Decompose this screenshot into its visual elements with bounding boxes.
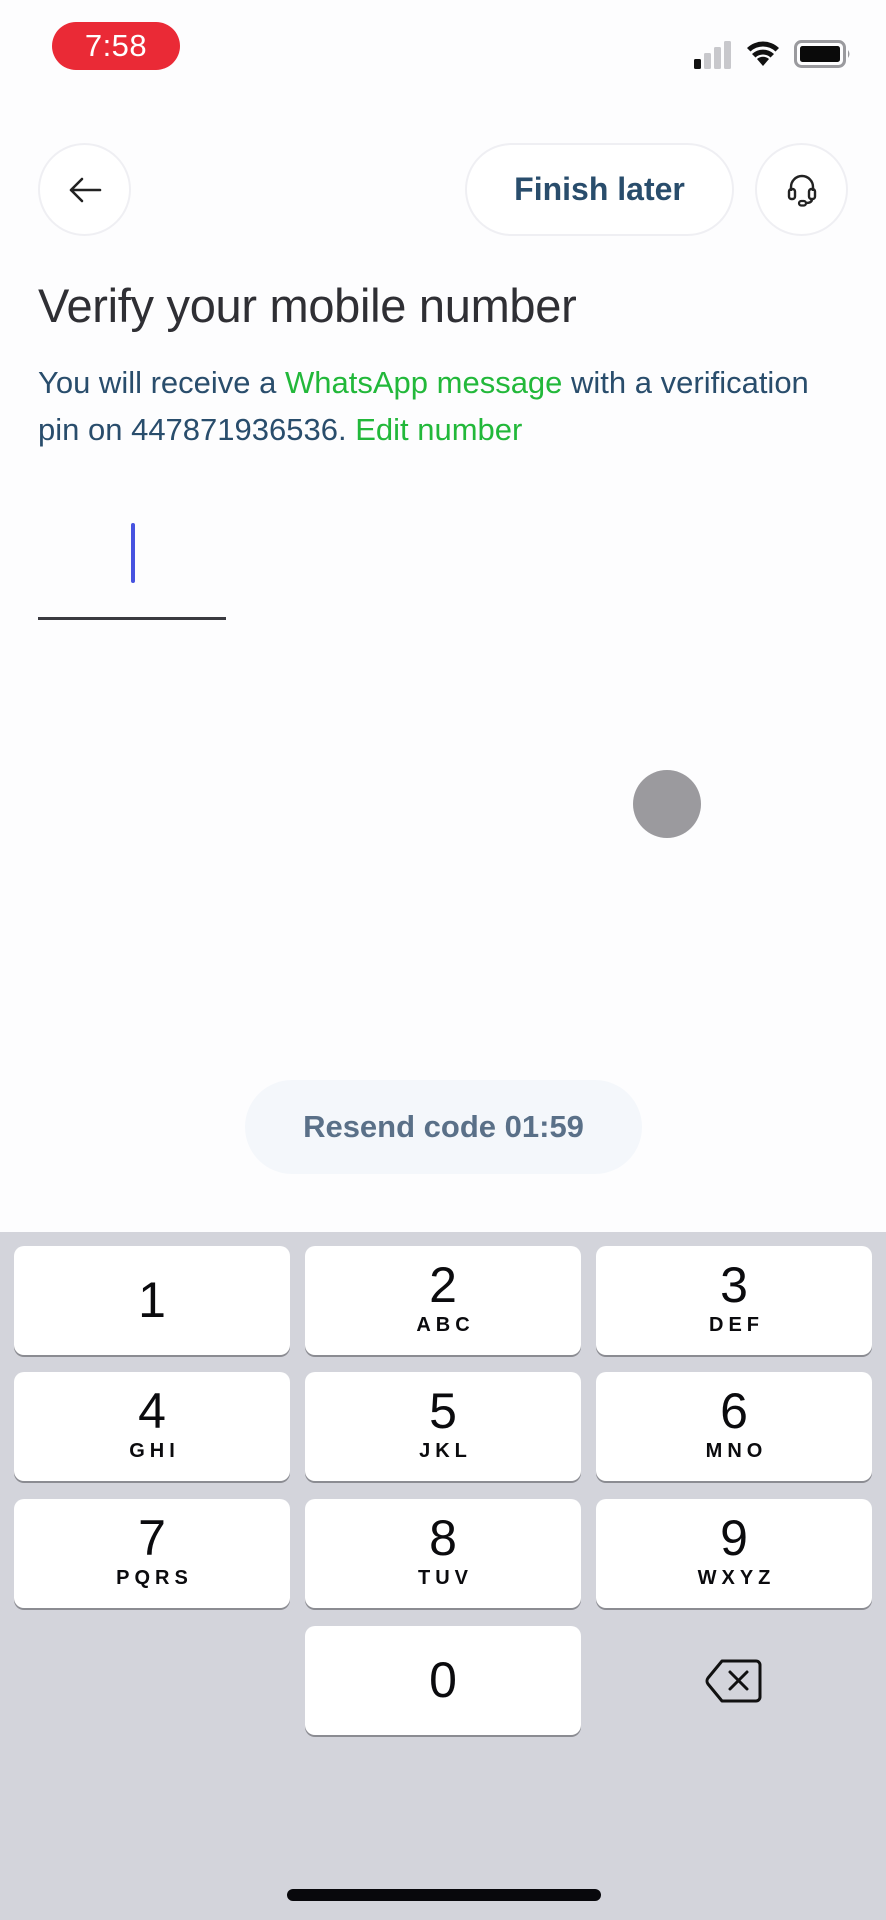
- key-2[interactable]: 2 ABC: [305, 1246, 581, 1355]
- battery-icon: [794, 40, 850, 68]
- resend-code-button[interactable]: Resend code 01:59: [245, 1080, 642, 1174]
- key-7[interactable]: 7 PQRS: [14, 1499, 290, 1608]
- key-letters: ABC: [416, 1314, 475, 1336]
- whatsapp-highlight: WhatsApp message: [285, 365, 563, 400]
- description-prefix: You will receive a: [38, 365, 285, 400]
- key-1[interactable]: 1: [14, 1246, 290, 1355]
- key-9[interactable]: 9 WXYZ: [596, 1499, 872, 1608]
- key-digit: 5: [429, 1383, 457, 1439]
- key-digit: 2: [429, 1257, 457, 1313]
- numeric-keypad: 1 2 ABC 3 DEF 4 GHI 5 JKL 6 MNO 7 PQRS 8…: [0, 1232, 886, 1920]
- home-indicator[interactable]: [287, 1889, 601, 1901]
- page-title: Verify your mobile number: [38, 279, 577, 332]
- key-digit: 4: [138, 1383, 166, 1439]
- key-3[interactable]: 3 DEF: [596, 1246, 872, 1355]
- resend-countdown: 01:59: [504, 1109, 584, 1144]
- verification-description: You will receive a WhatsApp message with…: [38, 359, 838, 453]
- status-time: 7:58: [52, 22, 180, 70]
- backspace-key[interactable]: [596, 1626, 872, 1735]
- key-digit: 7: [138, 1510, 166, 1566]
- phone-number: 447871936536: [131, 412, 338, 447]
- headset-icon: [787, 174, 816, 207]
- key-4[interactable]: 4 GHI: [14, 1372, 290, 1481]
- key-letters: WXYZ: [697, 1567, 776, 1589]
- finish-later-button[interactable]: Finish later: [465, 143, 734, 236]
- key-letters: GHI: [129, 1440, 180, 1462]
- key-digit: 6: [720, 1383, 748, 1439]
- back-button[interactable]: [38, 143, 131, 236]
- key-letters: JKL: [419, 1440, 472, 1462]
- key-6[interactable]: 6 MNO: [596, 1372, 872, 1481]
- key-5[interactable]: 5 JKL: [305, 1372, 581, 1481]
- key-letters: DEF: [709, 1314, 764, 1336]
- cellular-signal-icon: [694, 41, 731, 69]
- key-digit: 1: [138, 1272, 166, 1328]
- key-digit: 0: [429, 1652, 457, 1708]
- arrow-left-icon: [69, 177, 101, 202]
- key-letters: MNO: [705, 1440, 768, 1462]
- otp-underline: [38, 617, 226, 620]
- help-support-button[interactable]: [755, 143, 848, 236]
- wifi-icon: [747, 41, 779, 66]
- key-digit: 3: [720, 1257, 748, 1313]
- description-after-number: .: [337, 412, 356, 447]
- key-0[interactable]: 0: [305, 1626, 581, 1735]
- key-letters: TUV: [418, 1567, 473, 1589]
- key-8[interactable]: 8 TUV: [305, 1499, 581, 1608]
- verification-code-input[interactable]: [38, 510, 226, 622]
- key-digit: 8: [429, 1510, 457, 1566]
- backspace-icon: [705, 1659, 762, 1702]
- text-cursor: [131, 523, 135, 583]
- resend-label: Resend code: [303, 1109, 497, 1144]
- key-digit: 9: [720, 1510, 748, 1566]
- touch-indicator: [633, 770, 701, 838]
- edit-number-link[interactable]: Edit number: [355, 412, 522, 447]
- key-letters: PQRS: [116, 1567, 193, 1589]
